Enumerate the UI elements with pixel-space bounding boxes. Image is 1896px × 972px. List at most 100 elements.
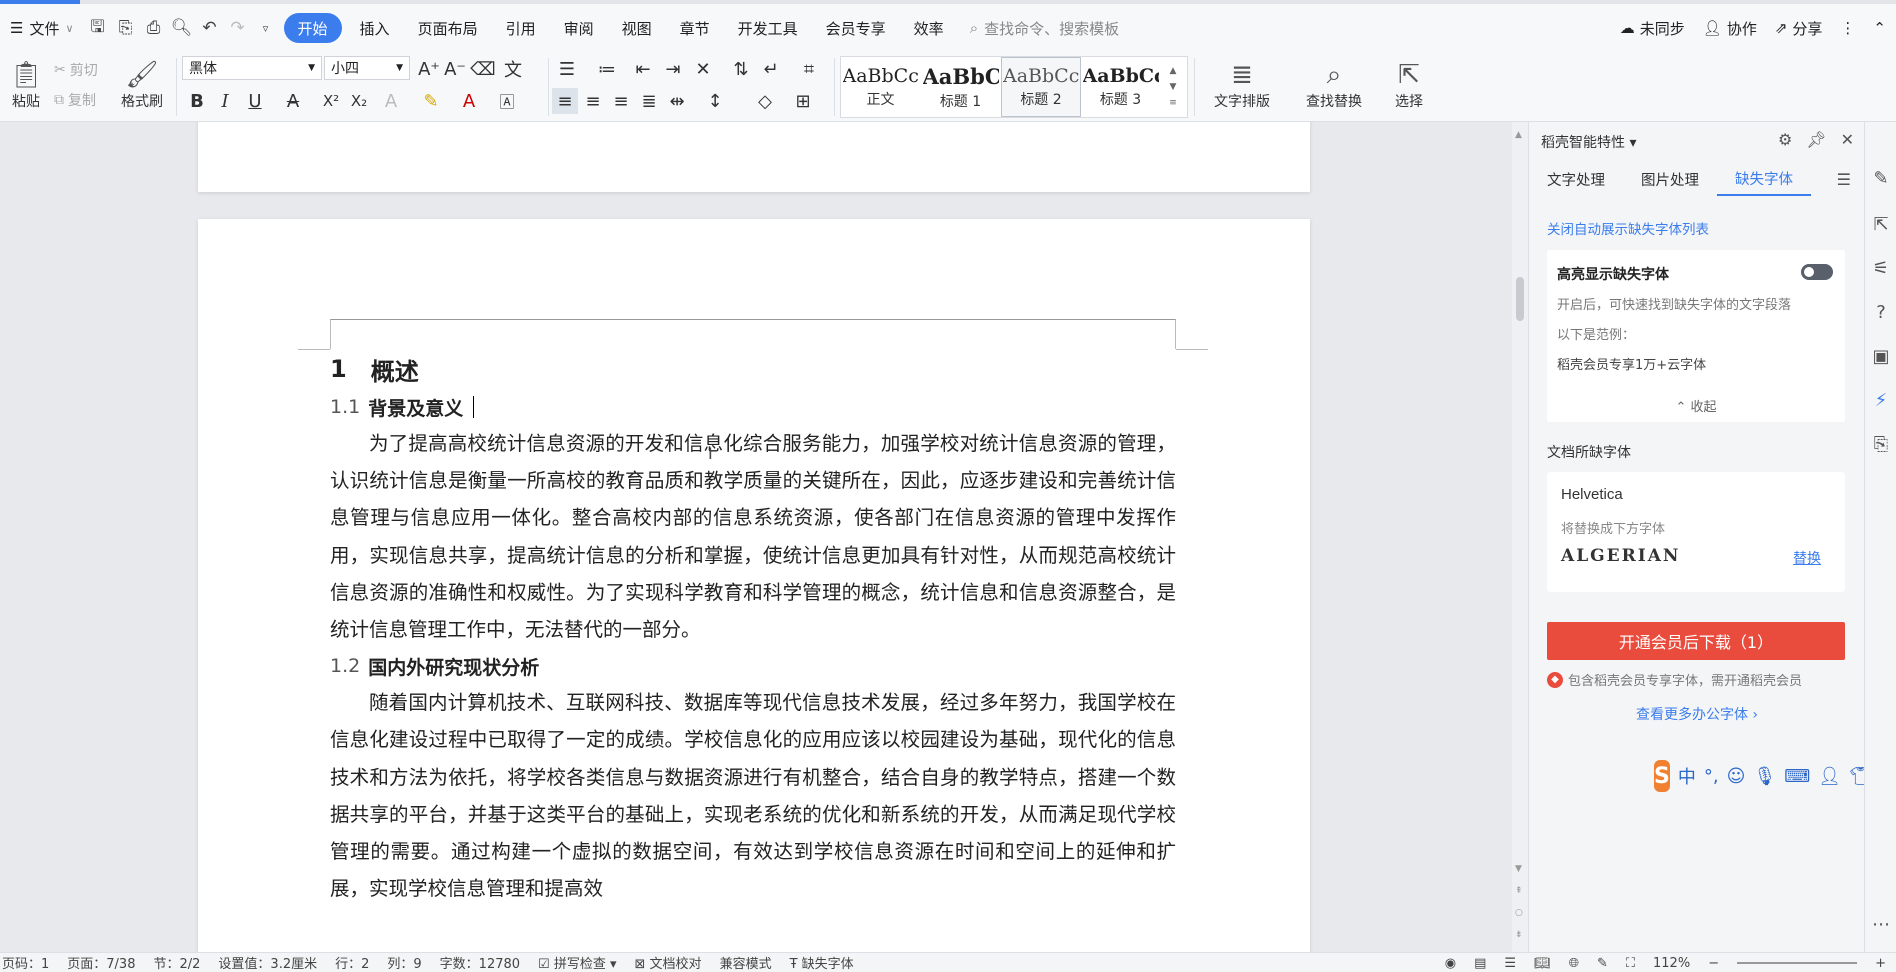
body-paragraph[interactable]: 为了提高高校统计信息资源的开发和信息化综合服务能力，加强学校对统计信息资源的管理… [330,425,1176,648]
sort-icon[interactable]: ⇅ [728,56,754,82]
scroll-up-icon[interactable]: ▲ [1515,130,1522,140]
status-setting-value[interactable]: 设置值：3.2厘米 [218,953,317,972]
save-as-icon[interactable]: ⎘ [112,14,140,42]
share-button[interactable]: ⇗ 分享 [1775,18,1823,39]
select-browse-icon[interactable]: ○ [1515,908,1523,918]
eye-protect-icon[interactable]: ◉ [1445,956,1456,971]
next-page-icon[interactable]: ⇟ [1515,930,1523,940]
smart-feature-icon[interactable]: ⚡ [1871,390,1891,411]
document-canvas[interactable]: 1 概述 1.1 背景及意义 I 为了提高高校统计信息资源的开发和信息化综合服务… [0,122,1512,952]
quick-access-dropdown-icon[interactable]: ▿ [252,14,280,42]
style-heading-3[interactable]: AaBbCcI 标题 3 [1081,57,1161,117]
justify-icon[interactable]: ≣ [636,88,662,114]
tab-page-layout[interactable]: 页面布局 [404,13,492,43]
tab-home[interactable]: 开始 [283,13,342,43]
line-spacing-icon[interactable]: ↕ [702,88,728,114]
status-page-number[interactable]: 页码：1 [2,953,49,972]
select-button[interactable]: ⇱ 选择 [1384,54,1434,118]
collab-button[interactable]: 👤︎ 协作 [1703,18,1757,39]
superscript-icon[interactable]: X² [318,88,344,114]
bullet-list-icon[interactable]: ☰ [554,56,580,82]
body-paragraph[interactable]: 随着国内计算机技术、互联网科技、数据库等现代信息技术发展，经过多年努力，我国学校… [330,684,1176,907]
redo-icon[interactable]: ↷ [224,14,252,42]
document-search-icon[interactable]: ⎘ [1871,434,1891,455]
tab-view[interactable]: 视图 [608,13,666,43]
style-gallery-scroll[interactable]: ▲ ▼ ≡ [1161,57,1185,117]
distributed-icon[interactable]: ⇹ [664,88,690,114]
emoji-icon[interactable]: ☺ [1727,766,1746,787]
highlight-toggle[interactable] [1801,264,1833,280]
text-effect-icon[interactable]: A [378,88,404,114]
status-page-count[interactable]: 页面：7/38 [67,953,135,972]
cursor-arrow-icon[interactable]: ⇱ [1871,214,1891,235]
zoom-slider[interactable] [1737,962,1858,964]
align-left-icon[interactable]: ≡ [552,88,578,114]
prev-page-icon[interactable]: ⇞ [1515,886,1523,896]
underline-icon[interactable]: U [242,88,268,114]
tab-section[interactable]: 章节 [666,13,724,43]
write-view-icon[interactable]: ✎ [1597,956,1608,971]
panel-title[interactable]: 稻壳智能特性 ▾ [1541,132,1636,152]
font-size-select[interactable]: 小四 ▼ [324,56,410,80]
gear-icon[interactable]: ⚙ [1778,130,1792,149]
status-spell-check[interactable]: ☑ 拼写检查 ▾ [538,953,616,972]
ime-language[interactable]: 中 [1678,763,1696,789]
punctuation-icon[interactable]: °, [1704,766,1719,787]
menu-icon[interactable]: ☰ [1837,170,1851,189]
highlight-color-icon[interactable]: ✎ [418,88,444,114]
increase-font-icon[interactable]: A⁺ [416,56,442,82]
scrollbar-thumb[interactable] [1516,277,1524,321]
zoom-level[interactable]: 112% [1653,956,1690,971]
document-page[interactable]: 1 概述 1.1 背景及意义 I 为了提高高校统计信息资源的开发和信息化综合服务… [198,219,1310,952]
status-compat-mode[interactable]: 兼容模式 [720,953,772,972]
image-tool-icon[interactable]: ▣ [1871,346,1891,367]
print-preview-icon[interactable]: 🔍︎ [168,14,196,42]
borders-icon[interactable]: ⊞ [790,88,816,114]
more-horizontal-icon[interactable]: ⋯ [1871,914,1891,935]
strikethrough-icon[interactable]: A [280,88,306,114]
copy-button[interactable]: ⧉ 复制 [54,88,96,112]
save-icon[interactable]: 🖫 [84,14,112,42]
collapse-ribbon-button[interactable]: ⌃ [1873,19,1886,37]
zoom-in-icon[interactable]: + [1875,956,1886,971]
zoom-out-icon[interactable]: − [1708,956,1719,971]
status-section[interactable]: 节：2/2 [153,953,200,972]
page-view-icon[interactable]: ▤ [1474,956,1486,971]
tab-review[interactable]: 审阅 [550,13,608,43]
help-icon[interactable]: ? [1871,302,1891,323]
heading-2[interactable]: 1.2 国内外研究现状分析 [330,648,1176,684]
style-heading-1[interactable]: AaBbCc 标题 1 [921,57,1001,117]
microphone-icon[interactable]: 🎙︎ [1753,766,1776,787]
replace-button[interactable]: 替换 [1793,548,1821,568]
file-menu[interactable]: ☰ 文件 ∨ [0,13,84,43]
sliders-icon[interactable]: ⚟ [1871,258,1891,279]
chinese-layout-icon[interactable]: ✕ [690,56,716,82]
sogou-logo-icon[interactable]: S [1654,760,1670,792]
align-center-icon[interactable]: ≡ [580,88,606,114]
decrease-indent-icon[interactable]: ⇤ [630,56,656,82]
increase-indent-icon[interactable]: ⇥ [660,56,686,82]
tab-insert[interactable]: 插入 [346,13,404,43]
pin-icon[interactable]: 📌︎ [1806,130,1826,149]
outline-view-icon[interactable]: ☰ [1504,956,1516,971]
numbered-list-icon[interactable]: ≔ [594,56,620,82]
decrease-font-icon[interactable]: A⁻ [442,56,468,82]
align-right-icon[interactable]: ≡ [608,88,634,114]
heading-2[interactable]: 1.1 背景及意义 I [330,389,1176,463]
cut-button[interactable]: ✂ 剪切 [54,58,98,82]
shading-icon[interactable]: ◇ [752,88,778,114]
document-content[interactable]: 1 概述 1.1 背景及意义 I 为了提高高校统计信息资源的开发和信息化综合服务… [330,349,1176,907]
status-column[interactable]: 列：9 [387,953,421,972]
show-marks-icon[interactable]: ↵ [758,56,784,82]
user-icon[interactable]: 👤︎ [1818,766,1841,787]
italic-icon[interactable]: I [212,88,238,114]
command-search[interactable]: ⌕ 查找命令、搜索模板 [970,18,1119,39]
close-auto-show-link[interactable]: 关闭自动展示缺失字体列表 [1547,218,1709,238]
subscript-icon[interactable]: X₂ [346,88,372,114]
reading-view-icon[interactable]: 📖︎ [1534,956,1551,971]
download-fonts-button[interactable]: 开通会员后下载（1） [1547,622,1845,660]
ruler-icon[interactable]: ⌗ [796,56,822,82]
header-region[interactable] [330,319,1176,349]
clear-format-icon[interactable]: ⌫ [470,56,496,82]
collapse-button[interactable]: ⌃ 收起 [1547,396,1845,415]
